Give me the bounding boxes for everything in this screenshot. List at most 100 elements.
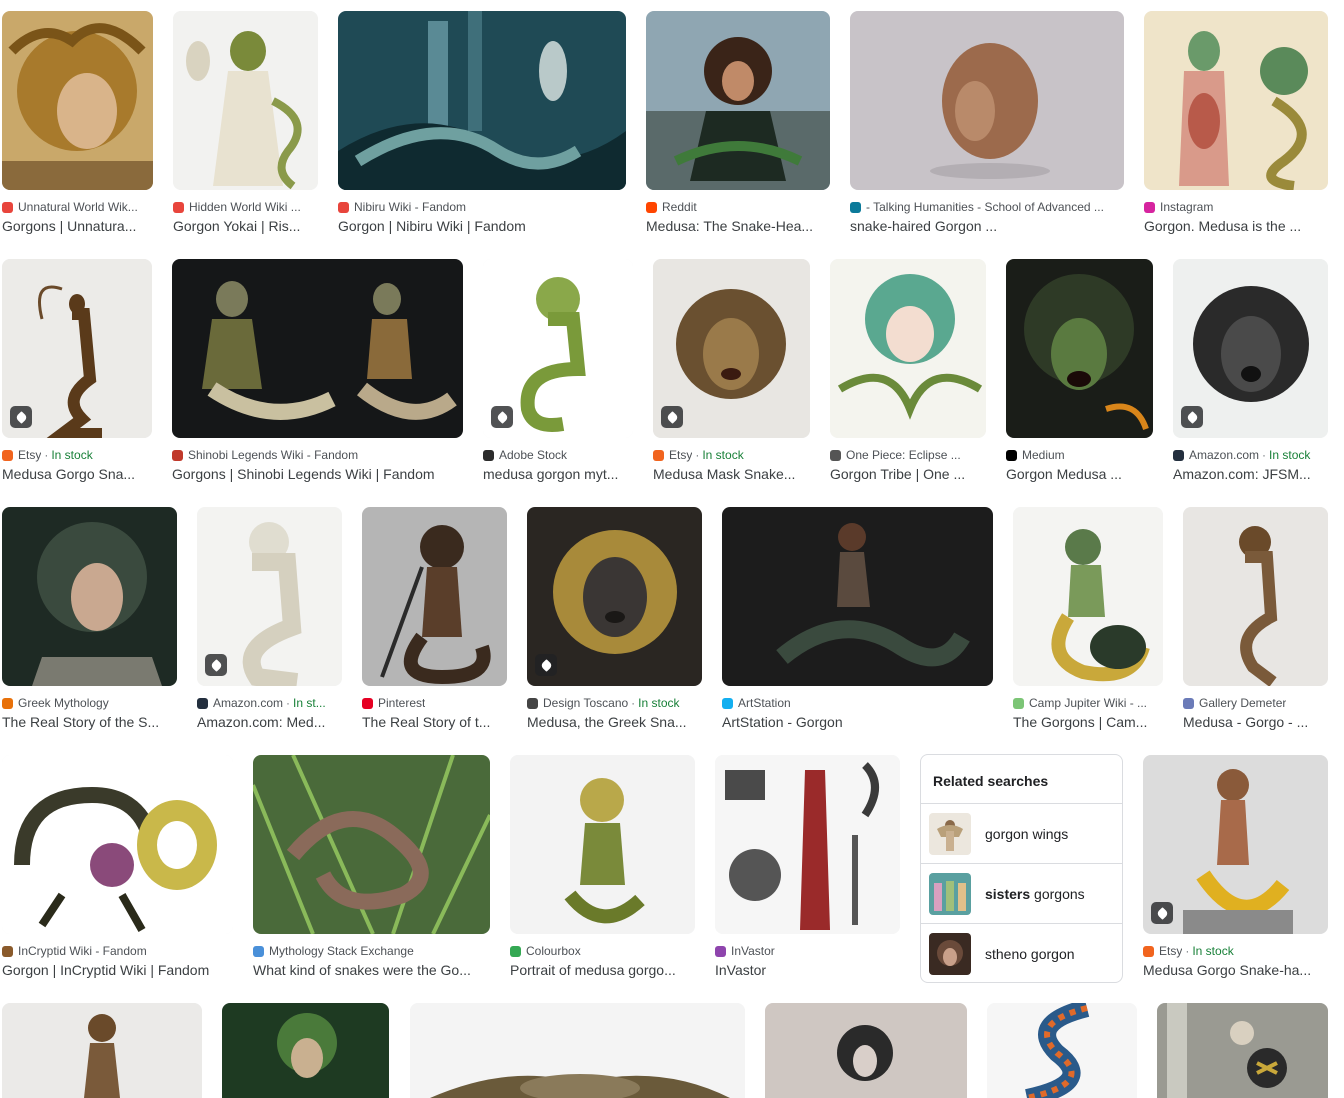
result-image[interactable] [715, 755, 900, 934]
result-card[interactable] [197, 507, 342, 686]
result-source[interactable]: Mythology Stack Exchange [253, 943, 490, 959]
result-card[interactable] [338, 11, 626, 190]
result-card[interactable] [1157, 1003, 1328, 1098]
result-title[interactable]: Gorgon Yokai | Ris... [173, 217, 318, 236]
result-source[interactable]: - Talking Humanities - School of Advance… [850, 199, 1124, 215]
result-meta[interactable]: Greek Mythology The Real Story of the S..… [2, 695, 177, 732]
result-meta[interactable]: Adobe Stock medusa gorgon myt... [483, 447, 633, 484]
result-meta[interactable]: Etsy · In stock Medusa Gorgo Sna... [2, 447, 152, 484]
result-image[interactable] [197, 507, 342, 686]
result-source[interactable]: Colourbox [510, 943, 695, 959]
result-image[interactable] [646, 11, 830, 190]
result-image[interactable] [722, 507, 993, 686]
result-image[interactable] [510, 755, 695, 934]
result-card[interactable] [1013, 507, 1163, 686]
result-title[interactable]: The Gorgons | Cam... [1013, 713, 1163, 732]
result-source[interactable]: ArtStation [722, 695, 993, 711]
result-card[interactable] [830, 259, 986, 438]
result-meta[interactable]: Gallery Demeter Medusa - Gorgo - ... [1183, 695, 1328, 732]
result-title[interactable]: InVastor [715, 961, 900, 980]
result-card[interactable] [1173, 259, 1328, 438]
result-card[interactable] [1183, 507, 1328, 686]
result-source[interactable]: Amazon.com · In st... [197, 695, 342, 711]
result-title[interactable]: ArtStation - Gorgon [722, 713, 993, 732]
result-title[interactable]: Medusa: The Snake-Hea... [646, 217, 830, 236]
result-image[interactable] [1143, 755, 1328, 934]
result-card[interactable] [253, 755, 490, 934]
result-title[interactable]: Medusa - Gorgo - ... [1183, 713, 1328, 732]
result-meta[interactable]: Reddit Medusa: The Snake-Hea... [646, 199, 830, 236]
result-image[interactable] [830, 259, 986, 438]
result-image[interactable] [1006, 259, 1153, 438]
result-image[interactable] [1183, 507, 1328, 686]
result-title[interactable]: Gorgon | InCryptid Wiki | Fandom [2, 961, 233, 980]
result-image[interactable] [2, 11, 153, 190]
result-source[interactable]: Amazon.com · In stock [1173, 447, 1328, 463]
result-source[interactable]: Gallery Demeter [1183, 695, 1328, 711]
result-meta[interactable]: Mythology Stack Exchange What kind of sna… [253, 943, 490, 980]
result-image[interactable] [653, 259, 810, 438]
result-card[interactable] [765, 1003, 967, 1098]
result-title[interactable]: Medusa, the Greek Sna... [527, 713, 702, 732]
result-source[interactable]: Camp Jupiter Wiki - ... [1013, 695, 1163, 711]
result-card[interactable] [172, 259, 463, 438]
result-title[interactable]: Amazon.com: Med... [197, 713, 342, 732]
result-meta[interactable]: Design Toscano · In stock Medusa, the Greek… [527, 695, 702, 732]
result-image[interactable] [1173, 259, 1328, 438]
result-title[interactable]: Gorgons | Unnatura... [2, 217, 153, 236]
result-image[interactable] [338, 11, 626, 190]
result-meta[interactable]: Instagram Gorgon. Medusa is the ... [1144, 199, 1328, 236]
result-image[interactable] [2, 507, 177, 686]
result-title[interactable]: Gorgon | Nibiru Wiki | Fandom [338, 217, 626, 236]
result-meta[interactable]: Amazon.com · In stock Amazon.com: JFSM... [1173, 447, 1328, 484]
result-meta[interactable]: Amazon.com · In st... Amazon.com: Med... [197, 695, 342, 732]
result-title[interactable]: Gorgon Tribe | One ... [830, 465, 986, 484]
result-card[interactable] [850, 11, 1124, 190]
result-meta[interactable]: Medium Gorgon Medusa ... [1006, 447, 1153, 484]
result-image[interactable] [1157, 1003, 1328, 1098]
result-image[interactable] [362, 507, 507, 686]
result-title[interactable]: Medusa Mask Snake... [653, 465, 810, 484]
result-title[interactable]: The Real Story of t... [362, 713, 507, 732]
result-meta[interactable]: Camp Jupiter Wiki - ... The Gorgons | Cam… [1013, 695, 1163, 732]
result-card[interactable] [2, 11, 153, 190]
result-meta[interactable]: Hidden World Wiki ... Gorgon Yokai | Ris.… [173, 199, 318, 236]
related-search-item[interactable]: sisters gorgons [921, 864, 1122, 924]
result-title[interactable]: snake-haired Gorgon ... [850, 217, 1124, 236]
result-source[interactable]: Nibiru Wiki - Fandom [338, 199, 626, 215]
result-source[interactable]: One Piece: Eclipse ... [830, 447, 986, 463]
result-title[interactable]: Amazon.com: JFSM... [1173, 465, 1328, 484]
result-image[interactable] [410, 1003, 745, 1098]
result-meta[interactable]: Etsy · In stock Medusa Mask Snake... [653, 447, 810, 484]
result-card[interactable] [715, 755, 900, 934]
result-meta[interactable]: Unnatural World Wik... Gorgons | Unnatura… [2, 199, 153, 236]
result-title[interactable]: Medusa Gorgo Sna... [2, 465, 152, 484]
result-card[interactable] [2, 507, 177, 686]
result-title[interactable]: Portrait of medusa gorgo... [510, 961, 695, 980]
result-meta[interactable]: InCryptid Wiki - Fandom Gorgon | InCrypti… [2, 943, 233, 980]
result-source[interactable]: Instagram [1144, 199, 1328, 215]
result-image[interactable] [987, 1003, 1137, 1098]
result-image[interactable] [2, 1003, 202, 1098]
result-image[interactable] [173, 11, 318, 190]
result-source[interactable]: InCryptid Wiki - Fandom [2, 943, 233, 959]
result-card[interactable] [653, 259, 810, 438]
result-source[interactable]: Pinterest [362, 695, 507, 711]
result-card[interactable] [222, 1003, 389, 1098]
result-source[interactable]: Etsy · In stock [1143, 943, 1328, 959]
result-card[interactable] [1144, 11, 1328, 190]
result-image[interactable] [2, 259, 152, 438]
result-meta[interactable]: Shinobi Legends Wiki - Fandom Gorgons | S… [172, 447, 463, 484]
result-image[interactable] [483, 259, 633, 438]
result-meta[interactable]: - Talking Humanities - School of Advance… [850, 199, 1124, 236]
result-image[interactable] [253, 755, 490, 934]
result-image[interactable] [2, 755, 233, 934]
result-card[interactable] [1143, 755, 1328, 934]
result-image[interactable] [1144, 11, 1328, 190]
result-meta[interactable]: Colourbox Portrait of medusa gorgo... [510, 943, 695, 980]
result-title[interactable]: Gorgons | Shinobi Legends Wiki | Fandom [172, 465, 463, 484]
result-meta[interactable]: Etsy · In stock Medusa Gorgo Snake-ha... [1143, 943, 1328, 980]
result-title[interactable]: Gorgon Medusa ... [1006, 465, 1153, 484]
result-card[interactable] [173, 11, 318, 190]
result-card[interactable] [483, 259, 633, 438]
